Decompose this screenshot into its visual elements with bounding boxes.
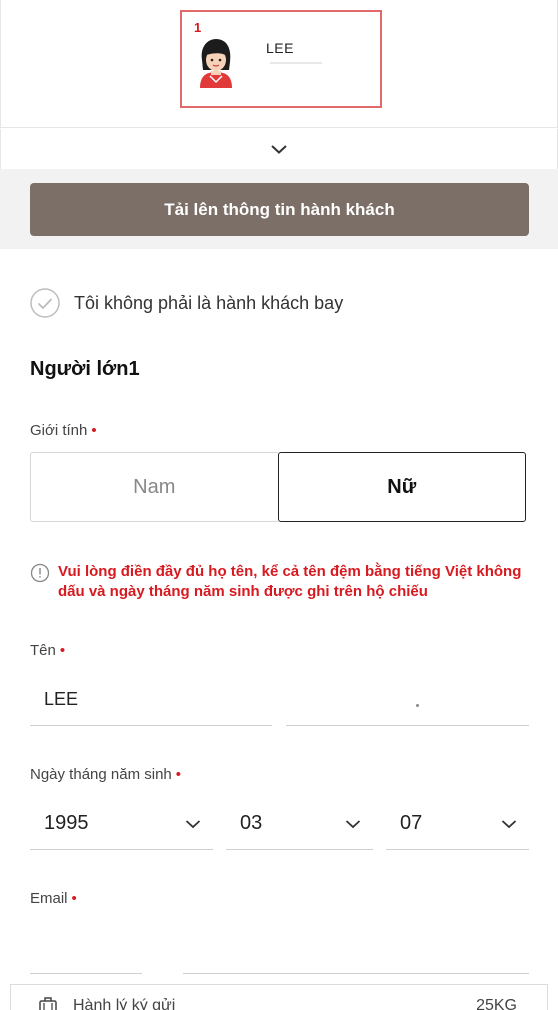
dob-year-value: 1995 xyxy=(44,812,89,834)
expand-toggle[interactable] xyxy=(0,129,558,169)
passenger-card[interactable]: 1 LEE xyxy=(180,10,382,108)
upload-section: Tải lên thông tin hành khách xyxy=(0,169,558,249)
last-name-input[interactable] xyxy=(30,674,272,726)
passenger-name-redacted xyxy=(270,62,322,64)
baggage-weight: 25KG xyxy=(476,997,517,1010)
info-circle-icon xyxy=(30,563,50,583)
passenger-name: LEE xyxy=(266,40,294,56)
chevron-down-icon xyxy=(185,819,201,828)
email-domain-input[interactable] xyxy=(183,922,529,974)
dob-day-value: 07 xyxy=(400,812,423,834)
first-name-redacted xyxy=(416,704,419,707)
gender-selector: Nam Nữ xyxy=(30,452,526,522)
name-warning: Vui lòng điền đầy đủ họ tên, kể cả tên đ… xyxy=(30,562,530,602)
required-mark: • xyxy=(91,422,97,439)
passenger-number: 1 xyxy=(194,20,202,35)
required-mark: • xyxy=(59,642,66,659)
warning-message: Vui lòng điền đầy đủ họ tên, kể cả tên đ… xyxy=(58,563,522,600)
adult-passenger-title: Người lớn1 xyxy=(30,358,140,380)
baggage-summary-bar[interactable]: Hành lý ký gửi 25KG xyxy=(10,984,548,1010)
chevron-down-icon xyxy=(345,819,361,828)
upload-passenger-info-button[interactable]: Tải lên thông tin hành khách xyxy=(30,183,529,236)
chevron-down-icon xyxy=(501,819,517,828)
required-mark: • xyxy=(175,766,182,783)
email-label: Email • xyxy=(30,890,77,907)
name-label: Tên • xyxy=(30,642,66,659)
not-passenger-checkbox[interactable]: Tôi không phải là hành khách bay xyxy=(30,288,343,318)
gender-option-male[interactable]: Nam xyxy=(30,452,278,522)
first-name-input[interactable] xyxy=(286,674,529,726)
dob-month-value: 03 xyxy=(240,812,263,834)
luggage-icon xyxy=(39,997,57,1010)
required-mark: • xyxy=(71,890,77,907)
dob-label: Ngày tháng năm sinh • xyxy=(30,766,182,783)
passenger-selector: 1 LEE xyxy=(0,0,558,128)
not-passenger-label: Tôi không phải là hành khách bay xyxy=(74,292,344,313)
dob-year-select[interactable]: 1995 xyxy=(30,798,213,850)
dob-day-select[interactable]: 07 xyxy=(386,798,529,850)
chevron-down-icon xyxy=(271,145,287,154)
baggage-label: Hành lý ký gửi xyxy=(73,997,176,1010)
female-avatar-icon xyxy=(200,39,232,88)
gender-label: Giới tính • xyxy=(30,422,97,439)
email-local-input[interactable] xyxy=(30,922,142,974)
dob-month-select[interactable]: 03 xyxy=(226,798,373,850)
gender-option-female[interactable]: Nữ xyxy=(277,452,526,522)
check-circle-icon xyxy=(30,288,60,318)
